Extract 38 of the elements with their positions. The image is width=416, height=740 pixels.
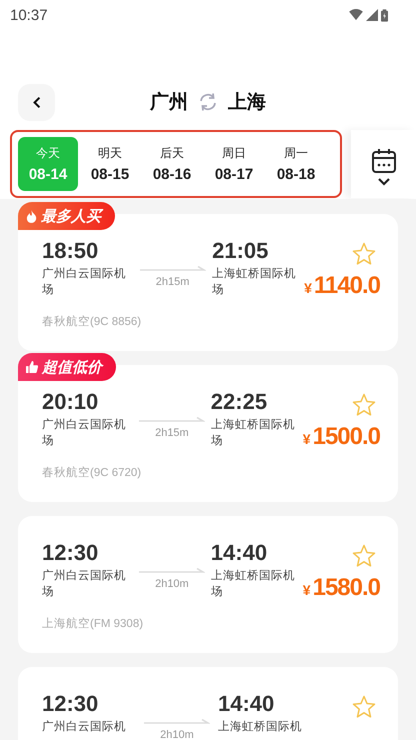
arrival-time: 14:40: [218, 691, 276, 717]
arrival-airport: 上海虹桥国际机场: [210, 568, 296, 600]
airline-flight: 上海航空(FM 9308): [42, 616, 144, 631]
date-tab[interactable]: 明天 08-15: [80, 137, 140, 191]
departure-time: 12:30: [42, 540, 100, 566]
currency-sign: ¥: [304, 280, 312, 296]
departure-time: 18:50: [42, 238, 100, 264]
departure-airport: 广州白云国际机场: [42, 568, 127, 600]
departure-airport: 广州白云国际机: [42, 719, 127, 735]
date-tab[interactable]: 周日 08-17: [204, 137, 264, 191]
flight-card[interactable]: 12:30 广州白云国际机 2h10m 14:40 上海虹桥国际机: [18, 667, 398, 740]
arrival-time: 21:05: [212, 238, 270, 264]
departure-time: 12:30: [42, 691, 100, 717]
flight-duration: 2h15m: [156, 276, 190, 288]
price-amount: 1500.0: [312, 423, 380, 451]
status-time: 10:37: [10, 6, 48, 24]
arrival-airport: 上海虹桥国际机: [218, 720, 303, 735]
price-amount: 1140.0: [314, 272, 380, 300]
flight-card[interactable]: 12:30 广州白云国际机场 2h10m 14:40 上海虹桥国际机场 ¥1580.0 上海航空(FM 9308): [18, 516, 398, 653]
price-amount: 1580.0: [312, 574, 380, 602]
arrival-airport: 上海虹桥国际机场: [210, 418, 296, 449]
airline-flight: 春秋航空(9C 6720): [42, 465, 142, 480]
destination-city: 上海: [228, 91, 266, 115]
date-tab[interactable]: 周一 08-18: [266, 137, 326, 191]
currency-sign: ¥: [302, 582, 311, 598]
date-tab[interactable]: 后天 08-16: [142, 137, 202, 191]
departure-airport: 广州白云国际机场: [42, 266, 127, 298]
arrival-airport: 上海虹桥国际机场: [212, 266, 298, 298]
departure-time: 20:10: [42, 389, 100, 415]
flight-duration: 2h10m: [160, 729, 194, 740]
currency-sign: ¥: [302, 431, 311, 447]
origin-city: 广州: [150, 90, 188, 115]
arrival-time: 22:25: [210, 389, 268, 415]
arrival-time: 14:40: [210, 540, 268, 566]
flight-duration: 2h15m: [155, 427, 189, 439]
departure-airport: 广州白云国际机场: [42, 417, 127, 449]
airline-flight: 春秋航空(9C 8856): [42, 314, 142, 329]
flight-duration: 2h10m: [155, 578, 189, 590]
